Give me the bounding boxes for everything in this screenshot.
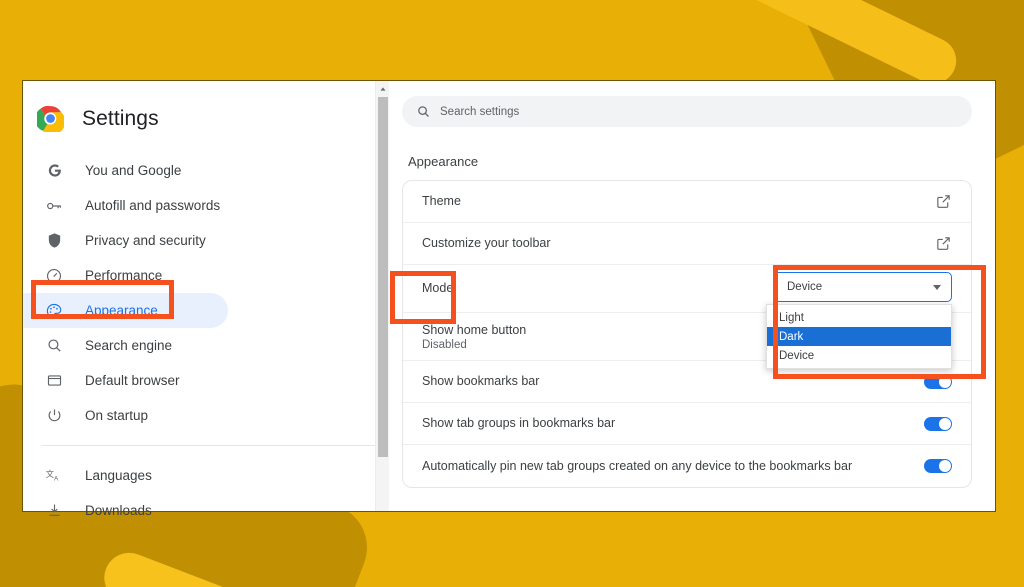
svg-text:A: A [54, 475, 59, 482]
sidebar-item-label: Downloads [85, 503, 152, 518]
toggle-show-bookmarks-bar[interactable] [924, 375, 952, 389]
mode-option-dark[interactable]: Dark [767, 327, 951, 346]
option-label: Dark [779, 331, 803, 343]
sidebar-item-label: On startup [85, 408, 148, 423]
setting-label-group: Show home button Disabled [422, 322, 526, 352]
setting-sublabel: Disabled [422, 339, 526, 351]
setting-row-show-tab-groups[interactable]: Show tab groups in bookmarks bar [403, 403, 971, 445]
toggle-auto-pin-tab-groups[interactable] [924, 459, 952, 473]
toggle-knob [939, 418, 951, 430]
mode-select-value: Device [787, 281, 822, 293]
sidebar-item-appearance[interactable]: Appearance [23, 293, 389, 328]
sidebar-item-label: Languages [85, 468, 152, 483]
browser-window-icon [44, 371, 64, 391]
setting-row-mode[interactable]: Mode Device Light Dark De [403, 265, 971, 313]
palette-icon [44, 301, 64, 321]
toggle-show-tab-groups[interactable] [924, 417, 952, 431]
setting-label: Mode [422, 280, 453, 297]
chevron-down-icon[interactable] [933, 285, 941, 290]
speedometer-icon [44, 266, 64, 286]
svg-text:文: 文 [46, 468, 54, 478]
option-label: Device [779, 350, 814, 362]
sidebar-item-privacy-and-security[interactable]: Privacy and security [23, 223, 389, 258]
setting-row-theme[interactable]: Theme [403, 181, 971, 223]
page-title: Settings [82, 107, 159, 131]
sidebar-item-downloads[interactable]: Downloads [23, 493, 389, 528]
sidebar-nav: You and Google Autofill and passwords Pr… [23, 153, 389, 528]
settings-sidebar: Settings You and Google Autofill and pas… [23, 81, 389, 511]
brand-header: Settings [23, 81, 389, 139]
settings-main-panel: Search settings Appearance Theme Customi… [389, 81, 995, 511]
section-title-appearance: Appearance [408, 154, 985, 169]
option-label: Light [779, 312, 804, 324]
sidebar-scrollbar[interactable] [375, 81, 389, 511]
scrollbar-thumb[interactable] [378, 97, 388, 457]
external-link-icon[interactable] [935, 193, 952, 210]
search-placeholder: Search settings [440, 106, 519, 118]
sidebar-item-label: Autofill and passwords [85, 198, 220, 213]
sidebar-item-search-engine[interactable]: Search engine [23, 328, 389, 363]
setting-row-auto-pin-tab-groups[interactable]: Automatically pin new tab groups created… [403, 445, 971, 487]
shield-icon [44, 231, 64, 251]
setting-label: Show tab groups in bookmarks bar [422, 415, 615, 432]
setting-row-customize-toolbar[interactable]: Customize your toolbar [403, 223, 971, 265]
setting-label: Theme [422, 193, 461, 210]
mode-select-wrapper: Device Light Dark Device [774, 272, 952, 302]
deco-shape-bottom-left-light [97, 546, 423, 587]
download-icon [44, 501, 64, 521]
mode-option-device[interactable]: Device [767, 346, 951, 365]
toggle-knob [939, 460, 951, 472]
search-icon [416, 104, 431, 119]
sidebar-item-label: Privacy and security [85, 233, 206, 248]
translate-icon: 文 A [44, 466, 64, 486]
appearance-settings-card: Theme Customize your toolbar [402, 180, 972, 488]
chrome-logo [37, 105, 64, 132]
setting-label: Automatically pin new tab groups created… [422, 458, 852, 475]
sidebar-divider [42, 445, 375, 446]
browser-window: Settings You and Google Autofill and pas… [22, 80, 996, 512]
power-icon [44, 406, 64, 426]
sidebar-item-label: You and Google [85, 163, 181, 178]
sidebar-item-you-and-google[interactable]: You and Google [23, 153, 389, 188]
mode-select-options[interactable]: Light Dark Device [766, 304, 952, 369]
search-input[interactable]: Search settings [402, 96, 972, 127]
search-icon [44, 336, 64, 356]
setting-label: Show home button [422, 322, 526, 339]
sidebar-item-autofill-and-passwords[interactable]: Autofill and passwords [23, 188, 389, 223]
google-g-icon [44, 161, 64, 181]
chevron-up-icon[interactable] [376, 81, 390, 97]
external-link-icon[interactable] [935, 235, 952, 252]
mode-option-light[interactable]: Light [767, 308, 951, 327]
deco-shape-top-right-light [674, 0, 964, 91]
sidebar-item-label: Default browser [85, 373, 180, 388]
sidebar-item-label: Appearance [85, 303, 158, 318]
setting-label: Customize your toolbar [422, 235, 551, 252]
sidebar-item-label: Performance [85, 268, 162, 283]
mode-select[interactable]: Device [774, 272, 952, 302]
sidebar-item-languages[interactable]: 文 A Languages [23, 458, 389, 493]
sidebar-item-on-startup[interactable]: On startup [23, 398, 389, 433]
sidebar-item-performance[interactable]: Performance [23, 258, 389, 293]
sidebar-item-default-browser[interactable]: Default browser [23, 363, 389, 398]
setting-label: Show bookmarks bar [422, 373, 539, 390]
sidebar-item-label: Search engine [85, 338, 172, 353]
key-icon [44, 196, 64, 216]
toggle-knob [939, 376, 951, 388]
